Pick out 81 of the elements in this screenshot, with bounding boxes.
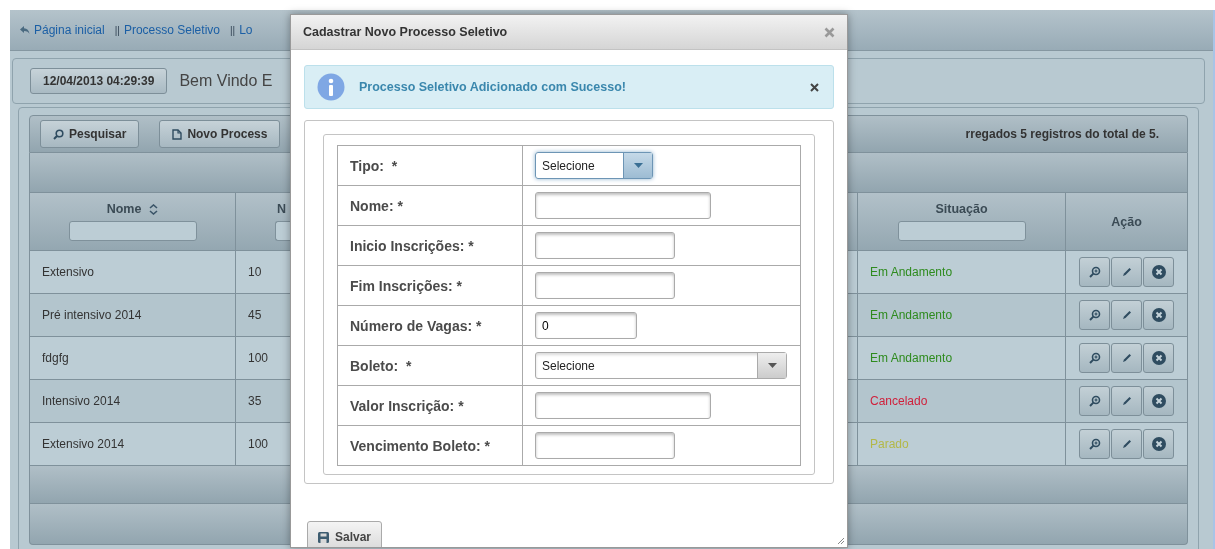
table-cell: 100	[248, 351, 269, 365]
select-field[interactable]: Selecione	[535, 152, 653, 179]
delete-button[interactable]	[1143, 257, 1174, 287]
zoom-icon	[1088, 352, 1101, 364]
save-button[interactable]: Salvar	[307, 521, 383, 547]
pencil-icon	[1120, 309, 1133, 321]
zoom-icon	[1088, 438, 1101, 450]
delete-icon	[1151, 394, 1166, 408]
column-header: Ação	[1111, 214, 1142, 229]
search-icon	[53, 128, 64, 140]
close-icon[interactable]	[810, 82, 819, 92]
column-header: Situação	[935, 202, 988, 216]
pencil-icon	[1120, 266, 1133, 278]
dialog-title: Cadastrar Novo Processo Seletivo	[303, 25, 508, 39]
document-icon	[172, 128, 183, 140]
view-button[interactable]	[1079, 300, 1110, 330]
status-text: Parado	[870, 437, 909, 451]
pencil-icon	[1120, 352, 1133, 364]
back-arrow-icon	[20, 26, 30, 34]
search-button[interactable]: Pesquisar	[40, 120, 140, 148]
sort-icon[interactable]	[149, 203, 159, 215]
delete-button[interactable]	[1143, 386, 1174, 416]
field-label: Número de Vagas: *	[350, 317, 482, 334]
field-label: Boleto: *	[350, 357, 412, 374]
view-button[interactable]	[1079, 386, 1110, 416]
field-label: Vencimento Boleto: *	[350, 437, 491, 454]
delete-icon	[1151, 351, 1166, 365]
pencil-icon	[1120, 438, 1133, 450]
text-field[interactable]: 0	[535, 312, 637, 339]
separator: ||	[114, 24, 120, 36]
edit-button[interactable]	[1111, 386, 1142, 416]
status-text: Em Andamento	[870, 265, 953, 279]
table-cell: 45	[248, 308, 262, 322]
column-header[interactable]: Nome	[106, 202, 142, 216]
delete-button[interactable]	[1143, 343, 1174, 373]
table-cell: 35	[248, 394, 262, 408]
text-field[interactable]	[535, 272, 675, 299]
text-field[interactable]	[535, 192, 711, 219]
delete-button[interactable]	[1143, 300, 1174, 330]
status-text: Em Andamento	[870, 308, 953, 322]
filter-field[interactable]	[897, 221, 1026, 241]
filter-field[interactable]	[68, 221, 197, 241]
field-label: Inicio Inscrições: *	[350, 237, 474, 254]
zoom-icon	[1088, 309, 1101, 321]
view-button[interactable]	[1079, 257, 1110, 287]
table-cell: 100	[248, 437, 269, 451]
text-field[interactable]	[535, 232, 675, 259]
table-cell: Extensivo 2014	[42, 437, 125, 451]
view-button[interactable]	[1079, 429, 1110, 459]
field-label: Nome: *	[350, 197, 403, 214]
new-button[interactable]: Novo Process	[159, 120, 281, 148]
delete-icon	[1151, 308, 1166, 322]
datetime-badge: 12/04/2013 04:29:39	[30, 68, 168, 94]
alert-message: Processo Seletivo Adicionado com Sucesso!	[359, 80, 626, 94]
delete-button[interactable]	[1143, 429, 1174, 459]
delete-icon	[1151, 265, 1166, 279]
field-label: Tipo: *	[350, 157, 398, 174]
zoom-icon	[1088, 395, 1101, 407]
resize-grip-icon[interactable]	[836, 536, 845, 545]
table-cell: fdgfg	[42, 351, 69, 365]
column-header: N	[277, 202, 287, 216]
table-cell: 10	[248, 265, 262, 279]
zoom-icon	[1088, 266, 1101, 278]
field-label: Valor Inscrição: *	[350, 397, 464, 414]
pencil-icon	[1120, 395, 1133, 407]
view-button[interactable]	[1079, 343, 1110, 373]
separator: ||	[229, 24, 236, 36]
select-field[interactable]: Selecione	[535, 352, 787, 379]
text-field[interactable]	[535, 432, 675, 459]
table-cell: Intensivo 2014	[42, 394, 121, 408]
delete-icon	[1151, 437, 1166, 451]
table-cell: Extensivo	[42, 265, 95, 279]
table-cell: Pré intensivo 2014	[42, 308, 142, 322]
status-text: Cancelado	[870, 394, 928, 408]
text-field[interactable]	[535, 392, 711, 419]
info-icon	[317, 73, 345, 101]
records-status: rregados 5 registros do total de 5.	[965, 127, 1159, 141]
welcome-text: Bem Vindo E	[179, 72, 273, 90]
status-text: Em Andamento	[870, 351, 953, 365]
field-label: Fim Inscrições: *	[350, 277, 463, 294]
filter-field[interactable]	[275, 221, 290, 241]
